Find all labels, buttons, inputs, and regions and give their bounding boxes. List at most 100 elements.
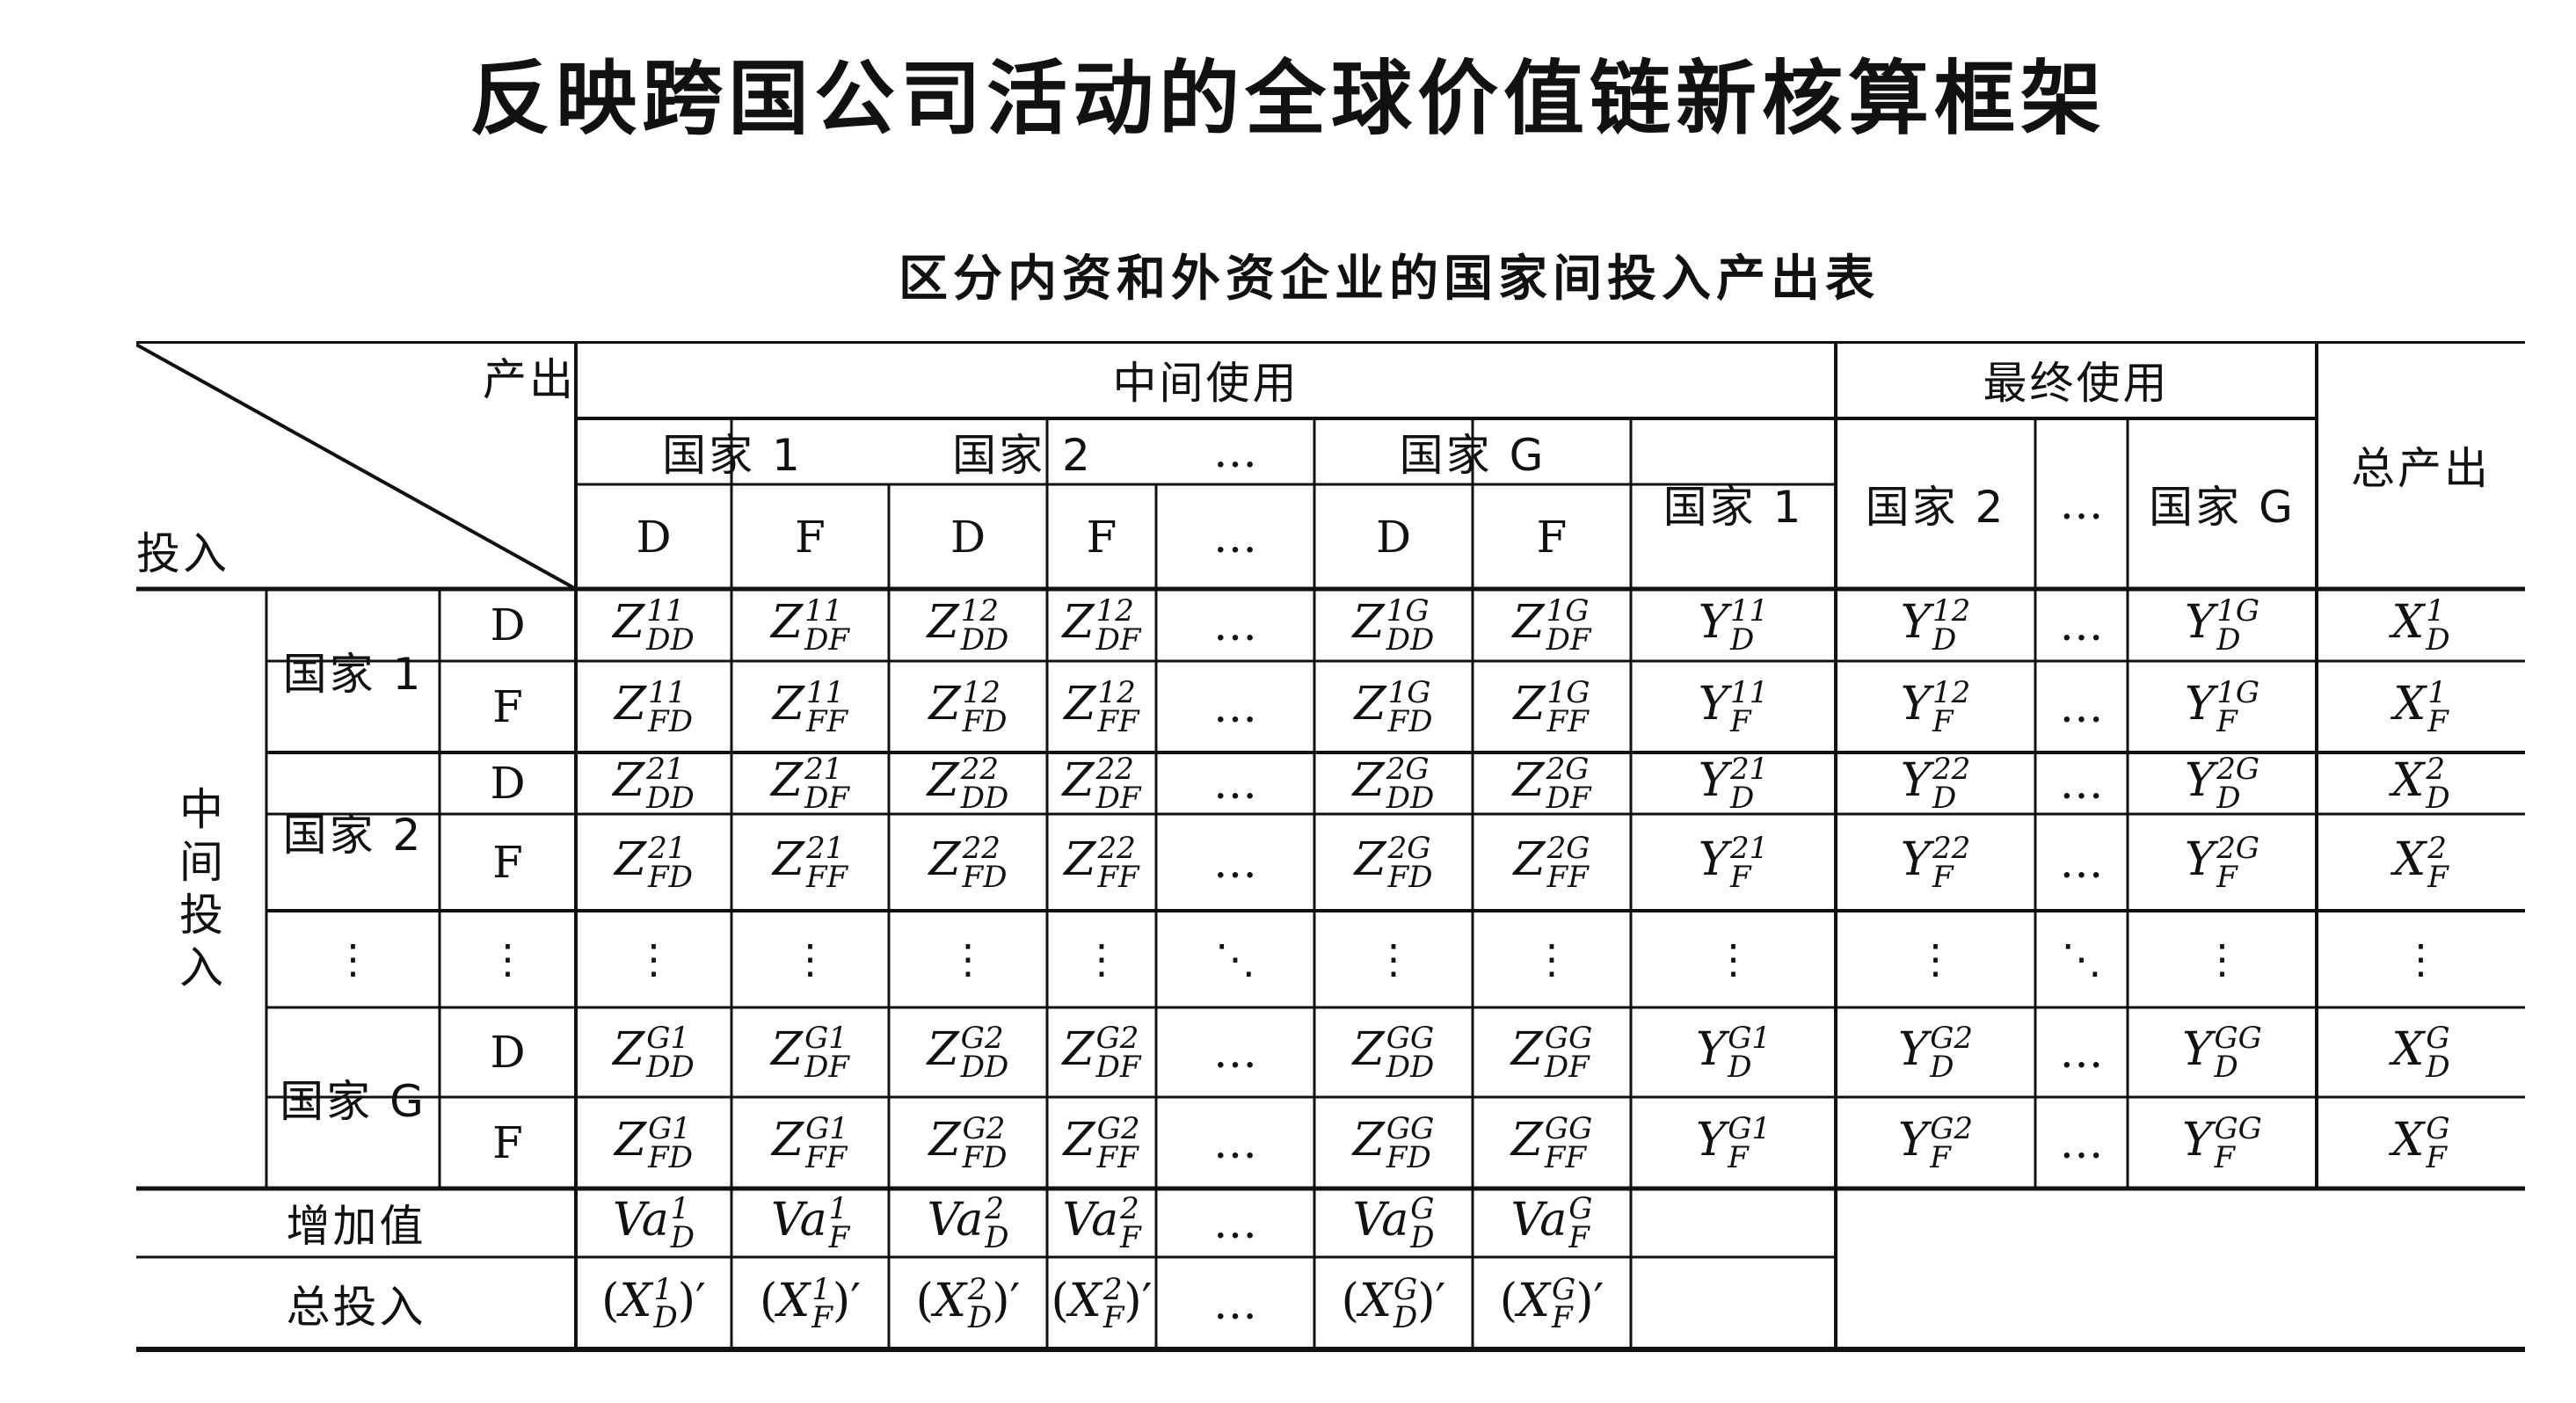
vertical-ellipsis: ⋮ xyxy=(332,935,374,983)
row-group-country: 国家 G xyxy=(280,1076,426,1127)
math-symbol: Y G2 F xyxy=(1897,1111,1974,1175)
z-cell: Z 2G FF xyxy=(1473,814,1631,911)
z-cell: Z G2 FF xyxy=(1047,1097,1156,1189)
math-symbol: Va G D xyxy=(1352,1191,1435,1255)
ellipsis-cell: … xyxy=(2059,1027,2104,1078)
corner-output-label: 产出 xyxy=(483,354,576,405)
math-symbol: Y 12 F xyxy=(1900,675,1971,739)
z-cell: Z G1 DD xyxy=(576,1007,731,1097)
x-cell: X2D xyxy=(2317,752,2525,814)
total-input-cell: (X G D)′ xyxy=(1314,1257,1473,1349)
math-symbol: Va 1 F xyxy=(770,1191,850,1255)
z-cell: Z GG DD xyxy=(1314,1007,1473,1097)
z-cell: Z 21 FF xyxy=(731,814,889,911)
ellipsis-header: … xyxy=(1213,511,1257,563)
math-symbol: Z 1G FD xyxy=(1354,675,1433,739)
z-cell: Z 12 DF xyxy=(1047,589,1156,661)
vertical-ellipsis: ⋮ xyxy=(1713,935,1754,983)
total-input-cell: (X 2 D)′ xyxy=(889,1257,1047,1349)
corner-input-label: 投入 xyxy=(136,528,229,579)
math-symbol: Va G F xyxy=(1510,1191,1593,1255)
math-symbol: Z GG FD xyxy=(1352,1111,1435,1175)
z-cell: Z G1 FF xyxy=(731,1097,889,1189)
math-symbol: Z G2 FF xyxy=(1063,1111,1140,1175)
ellipsis-cell: … xyxy=(1213,1027,1257,1078)
country-header: 国家 1 xyxy=(662,429,803,481)
math-symbol: Z 1G DF xyxy=(1512,593,1591,658)
math-symbol: (X 1 D)′ xyxy=(601,1271,706,1336)
math-symbol: Y 22 F xyxy=(1900,831,1971,895)
ellipsis-cell: … xyxy=(1213,758,1257,809)
x-cell: X1D xyxy=(2317,589,2525,661)
math-symbol: (X G D)′ xyxy=(1341,1271,1446,1336)
z-cell: Z 2G DD xyxy=(1314,752,1473,814)
z-cell: Z 1G DD xyxy=(1314,589,1473,661)
ellipsis-cell: … xyxy=(1213,1117,1257,1168)
z-cell: Z G1 DF xyxy=(731,1007,889,1097)
y-cell: Y 11 F xyxy=(1631,661,1836,752)
math-symbol: Z GG FF xyxy=(1510,1111,1593,1175)
va-cell: Va 2 D xyxy=(889,1189,1047,1257)
math-symbol: Z 21 DD xyxy=(613,752,695,816)
y-cell: Y 22 D xyxy=(1836,752,2035,814)
y-cell: Y 21 D xyxy=(1631,752,1836,814)
math-symbol: Va 2 D xyxy=(927,1191,1009,1255)
final-country-header: 国家 G xyxy=(2149,482,2296,533)
total-input-label: 总投入 xyxy=(286,1281,426,1333)
z-cell: Z 21 DD xyxy=(576,752,731,814)
x-cell: X2F xyxy=(2317,814,2525,911)
math-symbol: Z G1 DD xyxy=(613,1021,695,1085)
z-cell: Z 22 FF xyxy=(1047,814,1156,911)
z-cell: Z 22 DD xyxy=(889,752,1047,814)
z-cell: Z GG DF xyxy=(1473,1007,1631,1097)
y-cell: Y G1 D xyxy=(1631,1007,1836,1097)
row-group-country: 国家 1 xyxy=(282,649,424,700)
value-added-label: 增加值 xyxy=(286,1201,426,1252)
va-cell: Va G D xyxy=(1314,1189,1473,1257)
math-symbol: Z 2G FD xyxy=(1354,831,1433,895)
row-firm-type: F xyxy=(492,837,523,888)
math-symbol: Z 12 FD xyxy=(928,675,1008,739)
z-cell: Z G1 FD xyxy=(576,1097,731,1189)
va-cell: Va 2 F xyxy=(1047,1189,1156,1257)
math-symbol: Z 1G DD xyxy=(1352,593,1435,658)
diagonal-ellipsis: ⋱ xyxy=(1215,935,1255,983)
ellipsis-cell: … xyxy=(1213,681,1257,732)
firm-type-header: D xyxy=(950,511,986,563)
math-symbol: X2D xyxy=(2391,752,2450,816)
y-cell: Y GG F xyxy=(2128,1097,2317,1189)
math-symbol: Z 2G DF xyxy=(1512,752,1591,816)
math-symbol: Y 1G F xyxy=(2184,675,2260,739)
vertical-ellipsis: ⋮ xyxy=(2201,935,2243,983)
math-symbol: Va 2 F xyxy=(1062,1191,1141,1255)
row-firm-type: D xyxy=(490,600,526,651)
vertical-ellipsis: ⋮ xyxy=(1915,935,1956,983)
math-symbol: Z 11 FF xyxy=(772,675,848,739)
country-header: 国家 2 xyxy=(952,429,1093,481)
row-firm-type: D xyxy=(490,1027,526,1078)
z-cell: Z 11 DF xyxy=(731,589,889,661)
math-symbol: (X 2 F)′ xyxy=(1051,1271,1153,1336)
va-cell: Va G F xyxy=(1473,1189,1631,1257)
math-symbol: Y 2G F xyxy=(2184,831,2260,895)
z-cell: Z G2 DF xyxy=(1047,1007,1156,1097)
z-cell: Z 1G DF xyxy=(1473,589,1631,661)
math-symbol: Z G2 DF xyxy=(1062,1021,1141,1085)
math-symbol: Z 11 FD xyxy=(615,675,693,739)
x-cell: X1F xyxy=(2317,661,2525,752)
vertical-ellipsis: ⋮ xyxy=(487,935,528,983)
math-symbol: Z 21 FD xyxy=(615,831,693,895)
math-symbol: Z 2G DD xyxy=(1352,752,1435,816)
z-cell: Z 21 DF xyxy=(731,752,889,814)
vertical-ellipsis: ⋮ xyxy=(2400,935,2441,983)
math-symbol: Z 22 FF xyxy=(1064,831,1139,895)
ellipsis-cell: … xyxy=(2059,681,2104,732)
math-symbol: Y GG D xyxy=(2182,1021,2262,1085)
math-symbol: X1F xyxy=(2393,675,2449,739)
ellipsis-cell: … xyxy=(1213,1197,1257,1248)
ellipsis-cell: … xyxy=(1213,837,1257,888)
math-symbol: Y 21 F xyxy=(1698,831,1769,895)
total-input-cell: (X 2 F)′ xyxy=(1047,1257,1156,1349)
math-symbol: Z 22 FD xyxy=(928,831,1008,895)
math-symbol: Z 22 DD xyxy=(927,752,1009,816)
